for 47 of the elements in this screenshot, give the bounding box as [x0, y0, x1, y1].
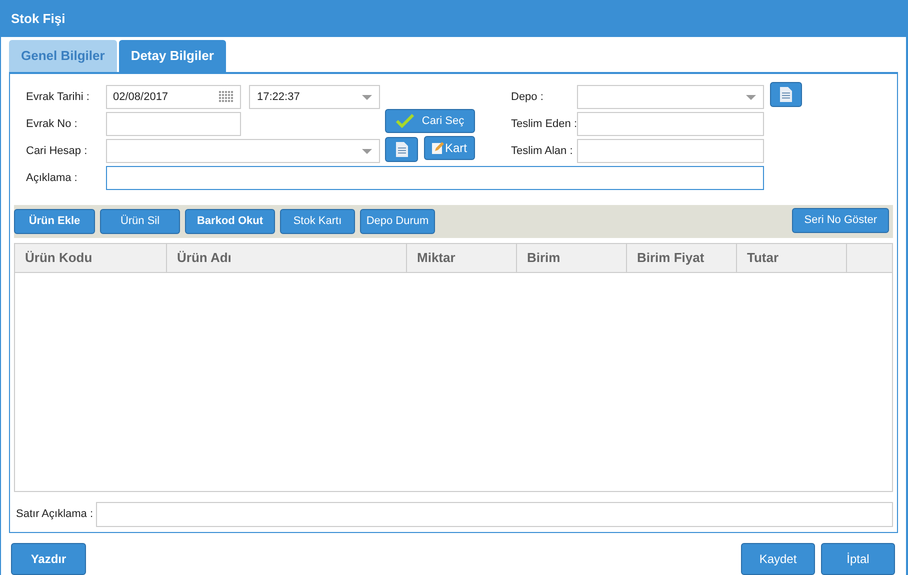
button[interactable]: Barkod Okut [185, 209, 275, 234]
window-title: Stok Fişi [11, 10, 66, 28]
field-label: Cari Hesap : [26, 144, 88, 159]
button[interactable]: Seri No Göster [792, 208, 889, 232]
calendar-icon [219, 91, 234, 103]
edit-icon [432, 142, 444, 154]
card-button[interactable]: Kart [424, 136, 475, 160]
field-label: Evrak Tarihi : [26, 90, 90, 105]
tab[interactable]: Detay Bilgiler [118, 40, 226, 72]
date-field[interactable]: 02/08/2017 [106, 85, 241, 109]
column-header[interactable]: Birim Fiyat [637, 248, 704, 268]
button[interactable]: Ürün Sil [100, 209, 180, 234]
column-header[interactable]: Birim [527, 248, 560, 268]
caret-icon [362, 148, 372, 154]
input-field[interactable] [577, 139, 764, 163]
dropdown[interactable] [106, 139, 380, 163]
dropdown[interactable]: 17:22:37 [249, 85, 380, 109]
dropdown[interactable] [577, 85, 764, 109]
field-label: Teslim Alan : [511, 144, 574, 159]
column-header[interactable]: Miktar [417, 248, 456, 268]
select-account-button[interactable]: Cari Seç [385, 109, 475, 133]
field-label: Evrak No : [26, 116, 78, 132]
button[interactable]: Depo Durum [360, 209, 435, 234]
document-icon [396, 142, 408, 157]
field-label: Satır Açıklama : [16, 507, 92, 522]
field-label: Açıklama : [26, 170, 78, 186]
input-field[interactable] [106, 166, 764, 190]
field-label: Teslim Eden : [511, 116, 577, 132]
button[interactable]: Yazdır [11, 543, 86, 575]
column-header[interactable]: Tutar [747, 248, 779, 268]
input-field[interactable] [577, 112, 764, 136]
caret-icon [746, 94, 756, 100]
tab[interactable]: Genel Bilgiler [9, 40, 117, 72]
button[interactable]: İptal [821, 543, 895, 575]
column-header[interactable]: Ürün Adı [177, 248, 232, 268]
button[interactable]: Ürün Ekle [14, 209, 95, 234]
button[interactable]: Stok Kartı [280, 209, 355, 234]
document-button[interactable] [770, 82, 802, 107]
caret-icon [362, 94, 372, 100]
button[interactable]: Kaydet [741, 543, 815, 575]
checkmark-icon [396, 114, 414, 128]
input-field[interactable] [96, 502, 893, 527]
field-label: Depo : [511, 90, 544, 105]
document-icon [780, 87, 792, 102]
column-header[interactable]: Ürün Kodu [25, 248, 92, 268]
input-field[interactable] [106, 112, 241, 136]
document-button[interactable] [385, 137, 418, 162]
